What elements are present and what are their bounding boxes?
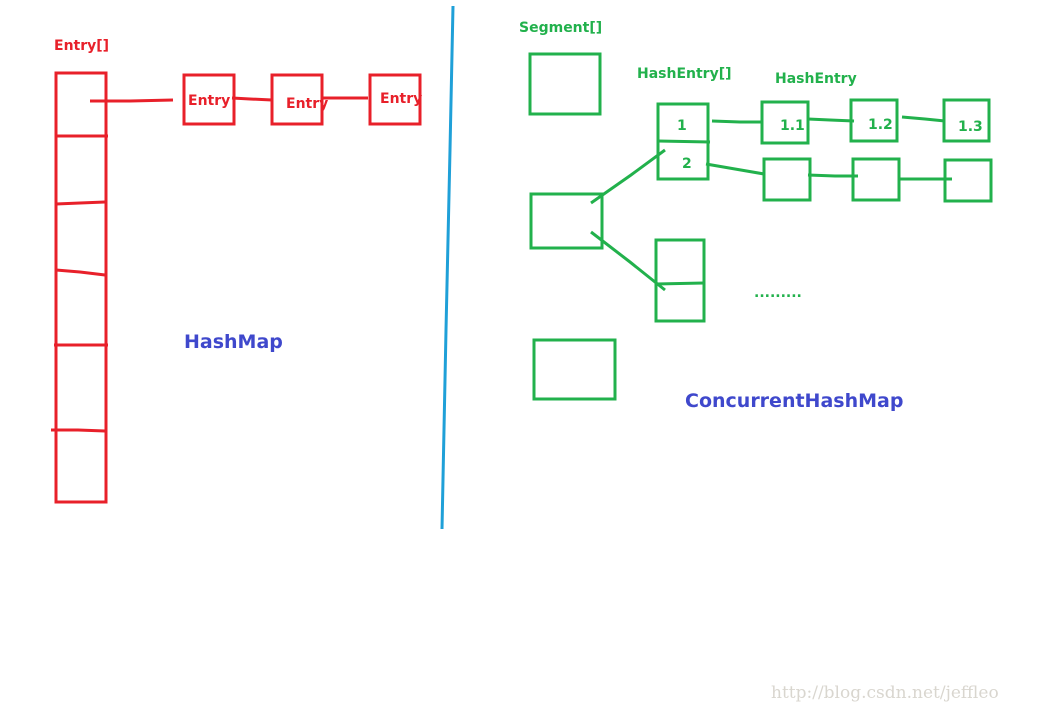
link-line (901, 115, 946, 123)
divider-line (440, 5, 455, 530)
segment-link-line (590, 230, 666, 292)
hashentry-array-label: HashEntry[] (637, 66, 732, 82)
hashentry-chain: 1.1 1.2 1.3 (711, 98, 991, 145)
hashentry-array-box (654, 238, 706, 323)
bucket-divider (655, 281, 705, 286)
hashentry-node (762, 157, 812, 202)
entry-node-label: Entry (286, 96, 328, 112)
bucket-label: 2 (682, 156, 692, 172)
hashentry-array (654, 238, 706, 323)
diagram-canvas: Entry[] Entry Entry Entry HashMap Segmen… (51, 5, 999, 703)
entry-array-label: Entry[] (54, 38, 109, 54)
hashentry-node-label: 1.1 (780, 118, 805, 134)
bucket-divider (55, 200, 106, 206)
link-line (90, 98, 174, 103)
hashentry-array: 1 2 (656, 102, 711, 181)
link-line (711, 119, 762, 124)
bucket-divider (55, 268, 106, 277)
entry-node-label: Entry (380, 91, 422, 107)
bucket-label: 1 (677, 118, 687, 134)
bucket-divider (51, 428, 106, 433)
watermark-text: http://blog.csdn.net/jeffleo (771, 683, 999, 703)
entry-chain: Entry Entry Entry (90, 73, 422, 126)
link-line (807, 173, 858, 178)
bucket-divider (657, 139, 711, 144)
link-line (231, 96, 273, 102)
hashentry-node-label: 1.3 (958, 119, 983, 135)
hashentry-chain (705, 157, 993, 203)
segment-box (532, 338, 617, 401)
hashmap-title: HashMap (184, 331, 283, 353)
segment-link-line (590, 148, 666, 205)
ellipsis-indicator: ......... (754, 285, 802, 301)
hashentry-label: HashEntry (775, 71, 857, 87)
entry-node-label: Entry (188, 93, 230, 109)
segment-array-label: Segment[] (519, 20, 602, 36)
link-line (705, 162, 765, 176)
hashentry-node (851, 157, 901, 202)
segment-box (528, 52, 602, 116)
entry-array (51, 71, 108, 504)
concurrenthashmap-title: ConcurrentHashMap (685, 390, 903, 412)
hashentry-node-label: 1.2 (868, 117, 893, 133)
link-line (807, 117, 855, 123)
